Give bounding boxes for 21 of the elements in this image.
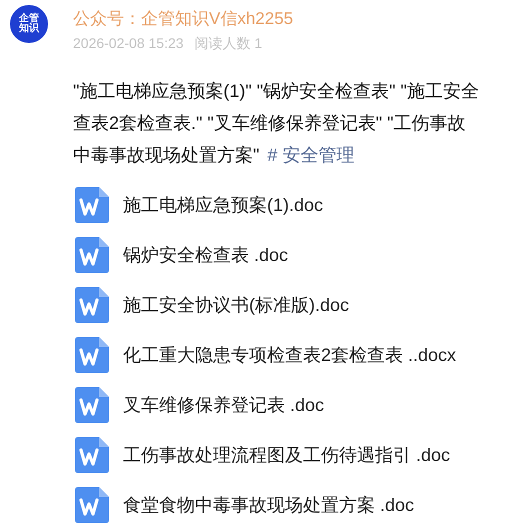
file-name[interactable]: 工伤事故处理流程图及工伤待遇指引 .doc — [123, 442, 450, 468]
file-name[interactable]: 化工重大隐患专项检查表2套检查表 ..docx — [123, 342, 456, 368]
file-name[interactable]: 锅炉安全检查表 .doc — [123, 242, 288, 268]
body-text: 中毒事故现场处置方案" — [73, 144, 260, 167]
document-icon — [75, 287, 109, 323]
body-text: "施工电梯应急预案(1)" "锅炉安全检查表" "施工安全 — [73, 80, 480, 103]
avatar-logo: 企管知识 — [10, 5, 48, 43]
file-name[interactable]: 叉车维修保养登记表 .doc — [123, 392, 324, 418]
body-text: 查表2套检查表." "叉车维修保养登记表" "工伤事故 — [73, 112, 467, 135]
document-icon — [75, 187, 109, 223]
file-name[interactable]: 食堂食物中毒事故现场处置方案 .doc — [123, 492, 414, 518]
hashtag-link[interactable]: # 安全管理 — [267, 139, 354, 171]
document-icon — [75, 487, 109, 523]
read-count: 阅读人数 1 — [194, 34, 262, 53]
document-icon — [75, 337, 109, 373]
document-icon — [75, 237, 109, 273]
post-date: 2026-02-08 15:23 — [73, 34, 184, 53]
document-icon — [75, 437, 109, 473]
file-name[interactable]: 施工安全协议书(标准版).doc — [123, 292, 350, 318]
document-icon — [75, 387, 109, 423]
file-name[interactable]: 施工电梯应急预案(1).doc — [123, 192, 324, 218]
